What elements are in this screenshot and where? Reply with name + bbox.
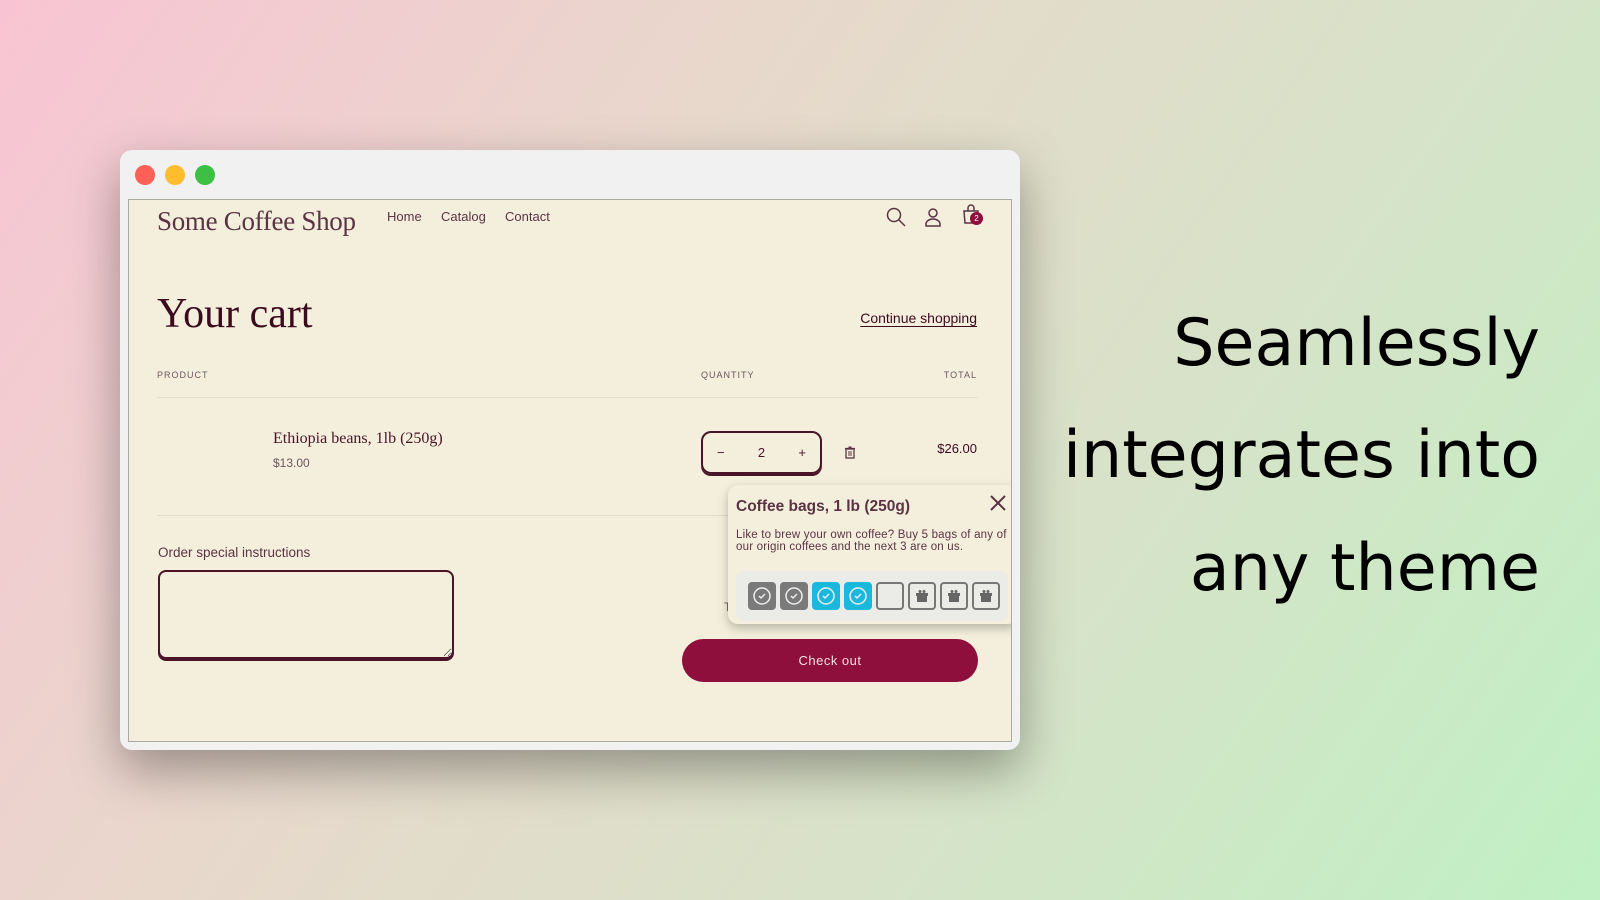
quantity-stepper[interactable]: − 2 + bbox=[701, 431, 822, 474]
slot-added bbox=[844, 582, 872, 610]
account-icon[interactable] bbox=[922, 206, 944, 228]
close-window-button[interactable] bbox=[135, 165, 155, 185]
maximize-window-button[interactable] bbox=[195, 165, 215, 185]
tagline-line-3: any theme bbox=[1189, 531, 1540, 606]
nav-contact[interactable]: Contact bbox=[505, 209, 550, 224]
continue-shopping-link[interactable]: Continue shopping bbox=[860, 310, 977, 326]
trash-icon[interactable] bbox=[844, 446, 856, 459]
tagline-line-2: integrates into bbox=[1062, 418, 1540, 493]
decrease-quantity-button[interactable]: − bbox=[717, 445, 725, 460]
column-quantity: QUANTITY bbox=[701, 370, 755, 380]
special-instructions-textarea[interactable] bbox=[158, 570, 454, 659]
bundle-progress bbox=[736, 571, 1008, 621]
column-total: TOTAL bbox=[943, 370, 977, 380]
popup-title: Coffee bags, 1 lb (250g) bbox=[736, 498, 910, 515]
slot-filled bbox=[748, 582, 776, 610]
minimize-window-button[interactable] bbox=[165, 165, 185, 185]
slot-gift bbox=[908, 582, 936, 610]
slot-gift bbox=[972, 582, 1000, 610]
slot-added bbox=[812, 582, 840, 610]
nav-catalog[interactable]: Catalog bbox=[441, 209, 486, 224]
gift-icon bbox=[980, 590, 992, 602]
page-title: Your cart bbox=[157, 291, 313, 337]
gift-icon bbox=[916, 590, 928, 602]
check-circle-icon bbox=[753, 587, 771, 605]
slot-empty bbox=[876, 582, 904, 610]
quantity-input[interactable]: 2 bbox=[758, 445, 765, 460]
column-product: PRODUCT bbox=[157, 370, 209, 380]
cart-count-badge: 2 bbox=[970, 212, 983, 225]
bundle-offer-popup: Coffee bags, 1 lb (250g) Like to brew yo… bbox=[728, 485, 1011, 624]
item-name[interactable]: Ethiopia beans, 1lb (250g) bbox=[273, 430, 443, 448]
check-circle-icon bbox=[849, 587, 867, 605]
store-page: Some Coffee Shop Home Catalog Contact 2 … bbox=[128, 199, 1012, 742]
store-logo[interactable]: Some Coffee Shop bbox=[157, 206, 356, 237]
tagline-line-1: Seamlessly bbox=[1173, 306, 1540, 381]
slot-filled bbox=[780, 582, 808, 610]
gift-icon bbox=[948, 590, 960, 602]
popup-text: Like to brew your own coffee? Buy 5 bags… bbox=[736, 529, 1007, 553]
increase-quantity-button[interactable]: + bbox=[798, 445, 806, 460]
search-icon[interactable] bbox=[885, 206, 907, 228]
item-price: $13.00 bbox=[273, 456, 310, 470]
nav-home[interactable]: Home bbox=[387, 209, 422, 224]
item-total: $26.00 bbox=[937, 441, 977, 456]
close-icon[interactable] bbox=[990, 495, 1006, 511]
checkout-button[interactable]: Check out bbox=[682, 639, 978, 682]
check-circle-icon bbox=[785, 587, 803, 605]
instructions-label: Order special instructions bbox=[158, 545, 311, 560]
slot-gift bbox=[940, 582, 968, 610]
check-circle-icon bbox=[817, 587, 835, 605]
divider bbox=[157, 397, 977, 398]
